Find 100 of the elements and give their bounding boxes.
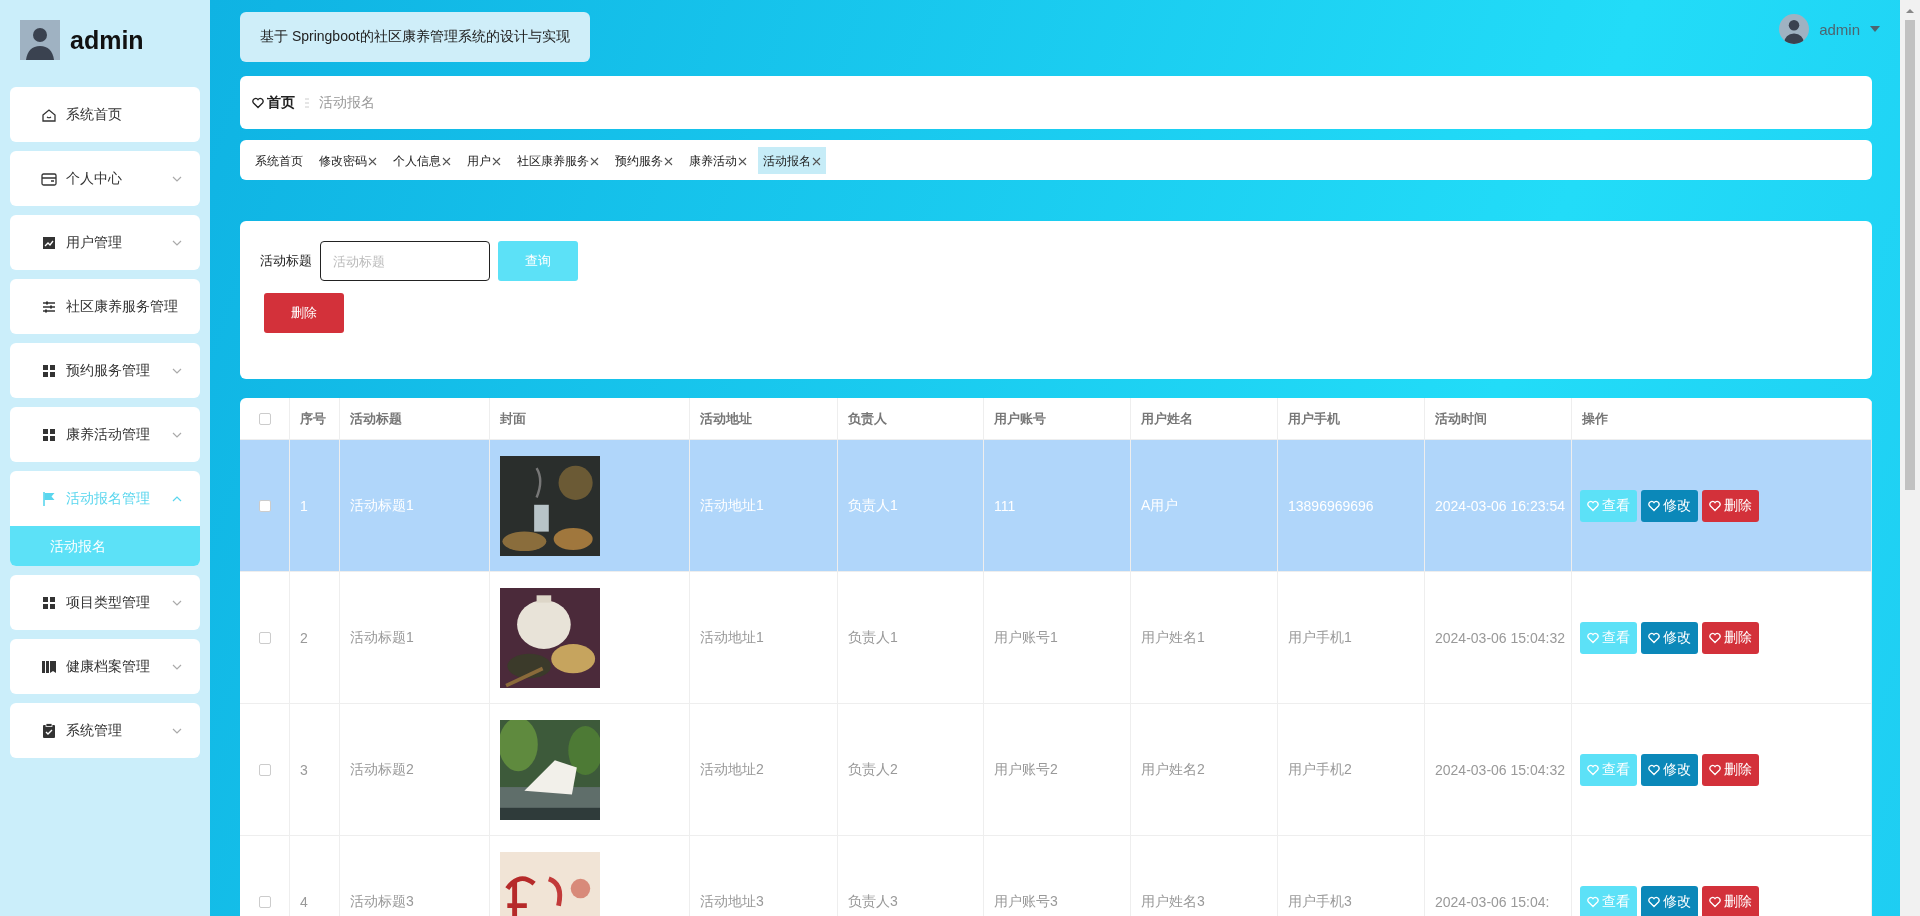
heart-icon (252, 96, 264, 109)
table-cell: 13896969696 (1278, 440, 1425, 571)
checkbox[interactable] (258, 895, 271, 908)
close-icon[interactable] (442, 157, 451, 166)
table-row[interactable]: 1 活动标题1 活动地址1 负责人1 111 A用户 13896969696 2024-03-06 16:23:54 查看 修改 删除 (240, 440, 1872, 572)
table-cell: 2024-03-06 15:04:32 (1425, 704, 1572, 835)
tab[interactable]: 社区康养服务 (512, 149, 604, 174)
heart-icon (1587, 631, 1599, 644)
table-cell: 活动标题1 (340, 440, 490, 571)
table-cell: 负责人1 (838, 440, 984, 571)
table-cell: 负责人1 (838, 572, 984, 703)
table-row[interactable]: 4 活动标题3 活动地址3 负责人3 用户账号3 用户姓名3 用户手机3 2024-03-06 15:04: 查看 修改 删除 (240, 836, 1872, 916)
delete-button[interactable]: 删除 (1702, 489, 1759, 522)
table-cell: 活动地址3 (690, 836, 838, 916)
delete-button[interactable]: 删除 (264, 293, 344, 333)
column-header: 序号 (290, 398, 340, 439)
table-cell: 1 (290, 440, 340, 571)
delete-button[interactable]: 删除 (1702, 753, 1759, 786)
table-cell: 用户手机3 (1278, 836, 1425, 916)
checkbox[interactable] (258, 412, 271, 425)
close-icon[interactable] (368, 157, 377, 166)
column-header: 活动地址 (690, 398, 838, 439)
menu-item[interactable]: 个人中心 (10, 151, 200, 206)
table-cell: 4 (290, 836, 340, 916)
menu-item[interactable]: 系统管理 (10, 703, 200, 758)
column-header: 负责人 (838, 398, 984, 439)
tab[interactable]: 用户 (462, 149, 506, 174)
table-cell: 用户手机2 (1278, 704, 1425, 835)
menu-icon (40, 721, 58, 740)
heart-icon (1587, 895, 1599, 908)
tab[interactable]: 系统首页 (250, 149, 308, 174)
checkbox[interactable] (258, 763, 271, 776)
column-header: 用户账号 (984, 398, 1131, 439)
table-cell: 用户姓名1 (1131, 572, 1278, 703)
search-field[interactable]: 活动标题 (320, 241, 490, 281)
heart-icon (1709, 499, 1721, 512)
table-row[interactable]: 2 活动标题1 活动地址1 负责人1 用户账号1 用户姓名1 用户手机1 2024-03-06 15:04:32 查看 修改 删除 (240, 572, 1872, 704)
heart-icon (1648, 895, 1660, 908)
heart-icon (1709, 763, 1721, 776)
tab[interactable]: 康养活动 (684, 149, 752, 174)
heart-icon (1648, 499, 1660, 512)
user-name: admin (70, 25, 144, 55)
tab[interactable]: 预约服务 (610, 149, 678, 174)
close-icon[interactable] (812, 157, 821, 166)
table-cell: 用户账号3 (984, 836, 1131, 916)
menu-item[interactable]: 系统首页 (10, 87, 200, 142)
table-cell: 用户姓名3 (1131, 836, 1278, 916)
menu-item[interactable]: 用户管理 (10, 215, 200, 270)
avatar (1779, 14, 1810, 44)
heart-icon (1587, 499, 1599, 512)
breadcrumb-link[interactable]: 首页 (267, 93, 295, 112)
close-icon[interactable] (590, 157, 599, 166)
column-header: 封面 (490, 398, 690, 439)
table-cell: 活动标题3 (340, 836, 490, 916)
menu-item[interactable]: 健康档案管理 (10, 639, 200, 694)
table-cell: 2 (290, 572, 340, 703)
tab[interactable]: 个人信息 (388, 149, 456, 174)
menu-item[interactable]: 预约服务管理 (10, 343, 200, 398)
checkbox[interactable] (258, 631, 271, 644)
table-cell: 负责人3 (838, 836, 984, 916)
breadcrumb-item: 活动报名 (319, 93, 375, 112)
close-icon[interactable] (738, 157, 747, 166)
tab[interactable]: 活动报名 (758, 147, 826, 174)
table-cell: 活动标题1 (340, 572, 490, 703)
menu-item[interactable]: 社区康养服务管理 (10, 279, 200, 334)
edit-button[interactable]: 修改 (1641, 621, 1698, 654)
table-cell: 活动地址1 (690, 440, 838, 571)
table-cell: 2024-03-06 15:04: (1425, 836, 1572, 916)
table-cell: 活动地址1 (690, 572, 838, 703)
avatar (20, 20, 60, 60)
edit-button[interactable]: 修改 (1641, 489, 1698, 522)
checkbox[interactable] (258, 499, 271, 512)
column-header: 活动时间 (1425, 398, 1572, 439)
scroll-up-icon[interactable] (1905, 6, 1915, 16)
delete-button[interactable]: 删除 (1702, 885, 1759, 916)
table-cell: 活动标题2 (340, 704, 490, 835)
close-icon[interactable] (492, 157, 501, 166)
column-header: 用户手机 (1278, 398, 1425, 439)
edit-button[interactable]: 修改 (1641, 753, 1698, 786)
caret-icon (1870, 25, 1880, 33)
menu-item[interactable]: 项目类型管理 (10, 575, 200, 630)
tab[interactable]: 修改密码 (314, 149, 382, 174)
table-cell: 用户账号2 (984, 704, 1131, 835)
table-cell: 2024-03-06 16:23:54 (1425, 440, 1572, 571)
menu-item[interactable]: 康养活动管理 (10, 407, 200, 462)
user-menu[interactable]: admin (1819, 20, 1860, 38)
delete-button[interactable]: 删除 (1702, 621, 1759, 654)
close-icon[interactable] (664, 157, 673, 166)
edit-button[interactable]: 修改 (1641, 885, 1698, 916)
scrollbar[interactable] (1900, 0, 1920, 916)
table-cell: 用户姓名2 (1131, 704, 1278, 835)
column-header: 操作 (1572, 398, 1872, 439)
system-title: 基于 Springboot的社区康养管理系统的设计与实现 (240, 12, 590, 62)
heart-icon (1648, 763, 1660, 776)
table-cell: 2024-03-06 15:04:32 (1425, 572, 1572, 703)
table-row[interactable]: 3 活动标题2 活动地址2 负责人2 用户账号2 用户姓名2 用户手机2 2024-03-06 15:04:32 查看 修改 删除 (240, 704, 1872, 836)
table-cell: 负责人2 (838, 704, 984, 835)
field-label: 活动标题 (260, 252, 312, 270)
table-cell: 活动地址2 (690, 704, 838, 835)
heart-icon (1709, 631, 1721, 644)
